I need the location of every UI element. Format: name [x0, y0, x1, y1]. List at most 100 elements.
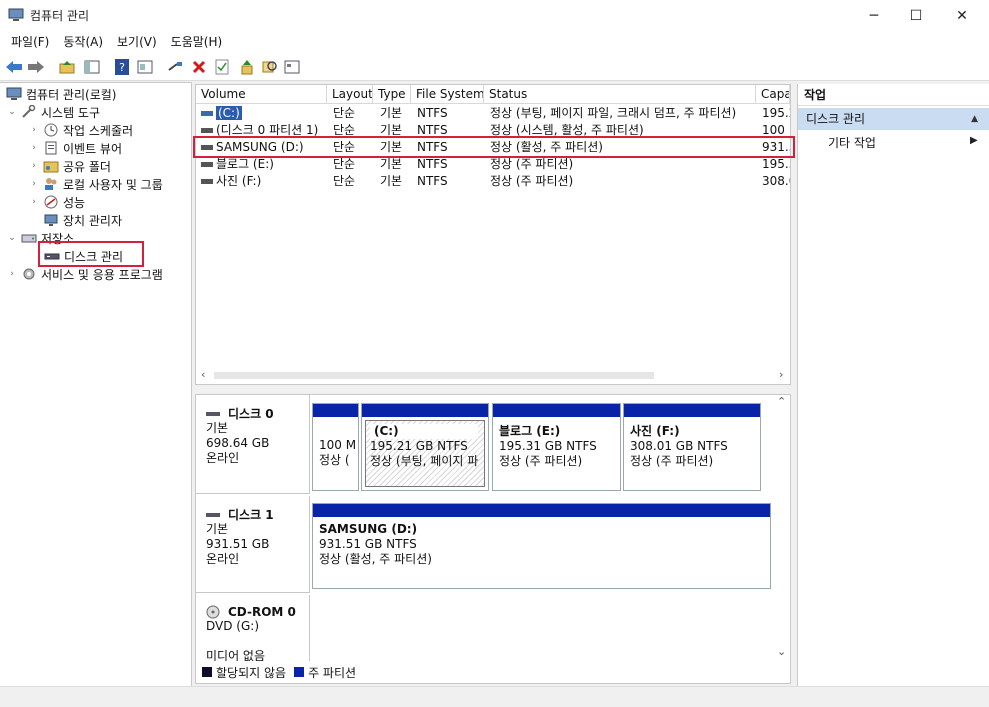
volume-name: SAMSUNG (D:) — [216, 140, 304, 154]
partition-size: 195.31 GB NTFS — [499, 439, 597, 453]
tree-item-task-scheduler[interactable]: › 작업 스케줄러 — [28, 121, 133, 139]
volume-icon — [201, 128, 213, 133]
column-header-status[interactable]: Status — [484, 85, 756, 104]
volume-capacity: 100 — [762, 123, 785, 137]
volume-type: 기본 — [380, 157, 403, 171]
tree-item-services[interactable]: › 서비스 및 응용 프로그램 — [6, 265, 163, 283]
up-folder-icon[interactable] — [58, 58, 76, 76]
chevron-right-icon[interactable]: › — [28, 125, 40, 135]
chevron-right-icon[interactable]: › — [6, 269, 18, 279]
back-arrow-icon[interactable] — [5, 58, 23, 76]
column-header-file-system[interactable]: File System — [411, 85, 484, 104]
tree-item-shared-folders[interactable]: › 공유 폴더 — [28, 157, 111, 175]
action-more-label: 기타 작업 — [828, 136, 876, 150]
volume-layout: 단순 — [333, 140, 356, 154]
volume-list: Volume Layout Type File System Status Ca… — [195, 84, 791, 385]
partition-d[interactable]: SAMSUNG (D:) 931.51 GB NTFS 정상 (활성, 주 파티… — [312, 503, 771, 589]
help-icon[interactable]: ? — [113, 58, 131, 76]
console-icon[interactable] — [283, 58, 301, 76]
disk-state: 온라인 — [206, 451, 240, 465]
chevron-down-icon[interactable]: ⌄ — [6, 107, 18, 117]
action-more[interactable]: 기타 작업 — [828, 134, 876, 151]
volume-capacity: 195.3 — [762, 157, 790, 171]
partition-size: 100 M — [319, 438, 357, 452]
users-icon — [45, 178, 57, 190]
check-icon[interactable] — [213, 58, 231, 76]
volume-name: 블로그 (E:) — [216, 157, 274, 171]
tree-label: 이벤트 뷰어 — [63, 141, 123, 156]
properties-icon[interactable] — [136, 58, 154, 76]
navigation-tree: 컴퓨터 관리(로컬) ⌄ 시스템 도구 › 작업 스케줄러 › 이벤트 뷰어 ›… — [0, 82, 192, 686]
table-row[interactable]: 사진 (F:) 단순 기본 NTFS 정상 (주 파티션) 308.0 — [196, 173, 790, 190]
volume-layout: 단순 — [333, 174, 356, 188]
close-button[interactable]: ✕ — [939, 0, 985, 31]
legend-unallocated: 할당되지 않음 — [216, 665, 287, 680]
volume-status: 정상 (활성, 주 파티션) — [490, 140, 603, 154]
column-header-layout[interactable]: Layout — [327, 85, 373, 104]
rescan-icon[interactable] — [238, 58, 256, 76]
partition-c[interactable]: (C:) 195.21 GB NTFS 정상 (부팅, 페이지 파 — [361, 403, 489, 491]
tree-item-storage[interactable]: ⌄ 저장소 — [6, 229, 74, 247]
horizontal-scrollbar[interactable]: ‹ › — [196, 367, 790, 384]
chevron-right-icon[interactable]: › — [28, 179, 40, 189]
cdrom-0-label[interactable]: CD-ROM 0 DVD (G:) 미디어 없음 — [196, 595, 310, 663]
column-header-type[interactable]: Type — [373, 85, 411, 104]
tree-item-event-viewer[interactable]: › 이벤트 뷰어 — [28, 139, 122, 157]
disk-1-label[interactable]: 디스크 1 기본 931.51 GB 온라인 — [196, 496, 310, 593]
tools-icon — [22, 105, 36, 118]
delete-icon[interactable] — [190, 58, 208, 76]
volume-layout: 단순 — [333, 123, 356, 137]
computer-management-icon — [8, 8, 24, 21]
tree-item-computer-management[interactable]: 컴퓨터 관리(로컬) — [6, 85, 116, 103]
disk-0-label[interactable]: 디스크 0 기본 698.64 GB 온라인 — [196, 395, 310, 494]
menu-action[interactable]: 동작(A) — [56, 33, 110, 50]
scroll-down-icon[interactable]: ⌄ — [777, 645, 786, 658]
menu-file[interactable]: 파일(F) — [4, 33, 56, 50]
vertical-scrollbar[interactable]: ⌃ ⌄ — [774, 395, 790, 663]
tree-item-system-tools[interactable]: ⌄ 시스템 도구 — [6, 103, 100, 121]
chevron-right-icon[interactable]: › — [28, 161, 40, 171]
partition-system-reserved[interactable]: 100 M 정상 ( — [312, 403, 359, 491]
menu-view[interactable]: 보기(V) — [110, 33, 164, 50]
tree-item-local-users[interactable]: › 로컬 사용자 및 그룹 — [28, 175, 163, 193]
partition-status: 정상 (활성, 주 파티션) — [319, 552, 432, 566]
menu-help[interactable]: 도움말(H) — [164, 33, 230, 50]
scroll-up-icon[interactable]: ⌃ — [777, 395, 786, 408]
maximize-button[interactable]: ☐ — [893, 0, 939, 31]
chevron-right-icon[interactable]: › — [28, 197, 40, 207]
partition-f[interactable]: 사진 (F:) 308.01 GB NTFS 정상 (주 파티션) — [623, 403, 761, 491]
table-row[interactable]: (C:) 단순 기본 NTFS 정상 (부팅, 페이지 파일, 크래시 덤프, … — [196, 105, 790, 122]
tree-label: 성능 — [63, 195, 86, 210]
tree-item-disk-management[interactable]: 디스크 관리 — [44, 247, 123, 265]
show-hide-tree-icon[interactable] — [83, 58, 101, 76]
submenu-arrow-icon[interactable]: ▶ — [970, 135, 978, 146]
tree-label: 저장소 — [41, 231, 75, 246]
scroll-left-icon[interactable]: ‹ — [201, 368, 205, 381]
table-row[interactable]: 블로그 (E:) 단순 기본 NTFS 정상 (주 파티션) 195.3 — [196, 156, 790, 173]
scrollbar-thumb[interactable] — [214, 372, 654, 379]
scroll-right-icon[interactable]: › — [779, 368, 783, 381]
partition-e[interactable]: 블로그 (E:) 195.31 GB NTFS 정상 (주 파티션) — [492, 403, 621, 491]
minimize-button[interactable]: ─ — [851, 0, 897, 31]
table-row[interactable]: SAMSUNG (D:) 단순 기본 NTFS 정상 (활성, 주 파티션) 9… — [196, 139, 790, 156]
tree-label: 장치 관리자 — [63, 213, 123, 228]
tree-item-device-manager[interactable]: 장치 관리자 — [28, 211, 122, 229]
cdrom-drive: DVD (G:) — [206, 619, 259, 633]
column-header-volume[interactable]: Volume — [196, 85, 327, 104]
volume-status: 정상 (주 파티션) — [490, 174, 574, 188]
tree-item-performance[interactable]: › 성능 — [28, 193, 85, 211]
table-row[interactable]: (디스크 0 파티션 1) 단순 기본 NTFS 정상 (시스템, 활성, 주 … — [196, 122, 790, 139]
disk-size: 698.64 GB — [206, 436, 270, 450]
search-icon[interactable] — [261, 58, 279, 76]
chevron-right-icon[interactable]: › — [28, 143, 40, 153]
actions-section-disk-management[interactable]: 디스크 관리 ▲ — [798, 108, 989, 130]
disk-icon — [44, 253, 60, 260]
chevron-down-icon[interactable]: ⌄ — [6, 233, 18, 243]
forward-arrow-icon[interactable] — [27, 58, 45, 76]
volume-icon — [201, 179, 213, 184]
column-header-capacity[interactable]: Capa — [756, 85, 790, 104]
collapse-up-icon[interactable]: ▲ — [971, 108, 978, 130]
connect-icon[interactable] — [166, 58, 184, 76]
tree-label: 서비스 및 응용 프로그램 — [41, 267, 163, 282]
tree-label: 컴퓨터 관리(로컬) — [26, 87, 117, 102]
